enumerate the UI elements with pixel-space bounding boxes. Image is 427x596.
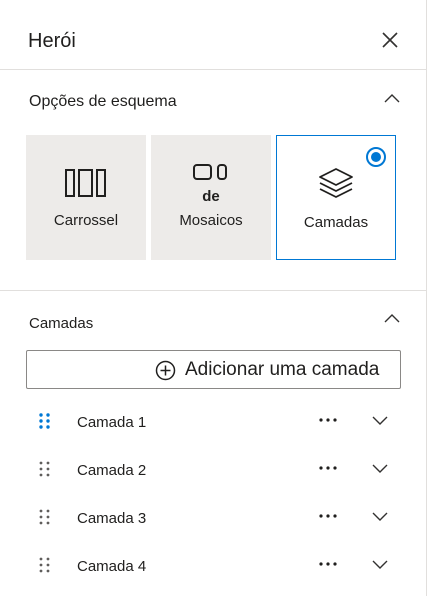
- layout-option-layers[interactable]: Camadas: [276, 135, 396, 260]
- carousel-label: Carrossel: [53, 212, 119, 229]
- layer-item[interactable]: Camada 1: [0, 402, 427, 448]
- layer-label: Camada 1: [77, 414, 147, 431]
- chevron-down-icon: [372, 464, 388, 473]
- layout-options-group: Carrossel de Mosaicos Camadas: [26, 135, 396, 260]
- carousel-icon: [26, 167, 146, 204]
- hero-panel: Herói Opções de esquema Carrossel de Mos…: [0, 0, 427, 596]
- layout-option-carousel[interactable]: Carrossel: [26, 135, 146, 260]
- chevron-down-icon: [372, 416, 388, 425]
- layer-label: Camada 3: [77, 510, 147, 527]
- layers-label: Camadas: [303, 214, 369, 231]
- more-icon: [319, 418, 337, 422]
- layers-header[interactable]: Camadas: [0, 300, 427, 340]
- expand-layer-button[interactable]: [370, 460, 390, 476]
- chevron-down-icon: [372, 560, 388, 569]
- more-icon: [319, 562, 337, 566]
- drag-handle-icon[interactable]: [37, 410, 53, 432]
- add-circle-icon: [155, 360, 176, 381]
- panel-title: Herói: [28, 30, 76, 52]
- more-options-button[interactable]: [316, 412, 340, 428]
- layer-label: Camada 4: [77, 558, 147, 575]
- chevron-up-icon: [384, 314, 400, 323]
- expand-layer-button[interactable]: [370, 556, 390, 572]
- more-icon: [319, 466, 337, 470]
- layers-icon: [277, 164, 395, 209]
- layers-title: Camadas: [29, 315, 94, 332]
- more-options-button[interactable]: [316, 556, 340, 572]
- tiles-icon: [151, 163, 271, 188]
- add-layer-label: Adicionar uma camada: [185, 359, 380, 380]
- drag-handle-icon[interactable]: [37, 554, 53, 576]
- expand-layer-button[interactable]: [370, 508, 390, 524]
- tiles-label-line1: de: [202, 188, 220, 205]
- layer-label: Camada 2: [77, 462, 147, 479]
- chevron-down-icon: [372, 512, 388, 521]
- panel-header: Herói: [0, 0, 427, 70]
- section-divider: [0, 290, 427, 291]
- close-icon: [382, 32, 398, 48]
- more-icon: [319, 514, 337, 518]
- expand-layer-button[interactable]: [370, 412, 390, 428]
- close-button[interactable]: [378, 28, 402, 52]
- layer-item[interactable]: Camada 3: [0, 498, 427, 544]
- drag-handle-icon[interactable]: [37, 506, 53, 528]
- layout-option-tiles[interactable]: de Mosaicos: [151, 135, 271, 260]
- add-layer-button[interactable]: Adicionar uma camada: [26, 350, 401, 389]
- more-options-button[interactable]: [316, 460, 340, 476]
- layout-options-title: Opções de esquema: [29, 93, 177, 110]
- layers-collapse-button[interactable]: [382, 310, 402, 326]
- tiles-label-line2: Mosaicos: [179, 212, 243, 229]
- chevron-up-icon: [384, 94, 400, 103]
- drag-handle-icon[interactable]: [37, 458, 53, 480]
- more-options-button[interactable]: [316, 508, 340, 524]
- layout-options-header[interactable]: Opções de esquema: [0, 80, 427, 120]
- layer-item[interactable]: Camada 2: [0, 450, 427, 496]
- layer-item[interactable]: Camada 4: [0, 546, 427, 592]
- layout-options-collapse-button[interactable]: [382, 90, 402, 106]
